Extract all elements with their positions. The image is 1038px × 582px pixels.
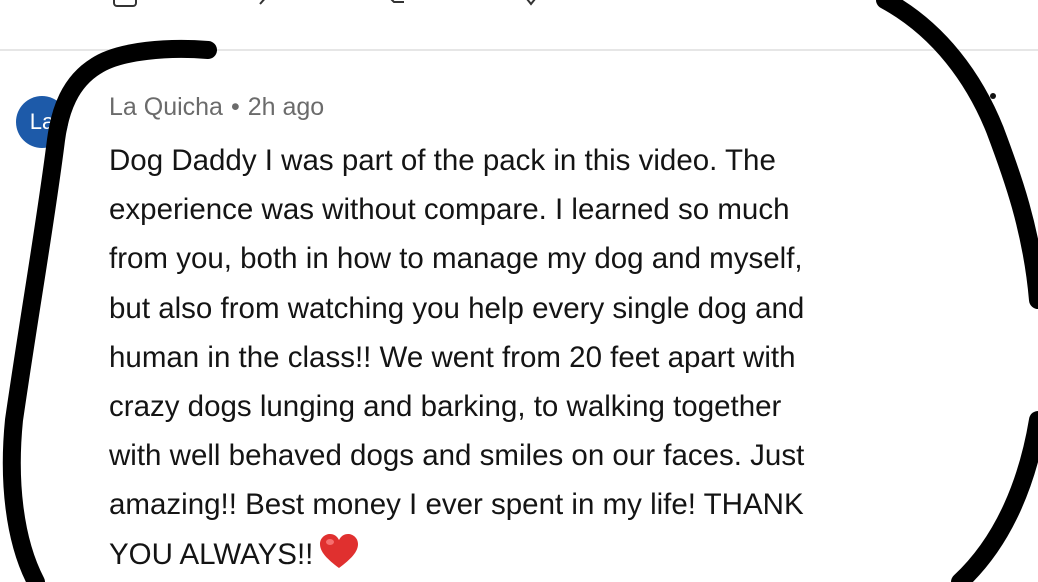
timestamp: 2h ago — [247, 93, 325, 121]
heart-icon — [320, 533, 359, 568]
avatar[interactable]: La — [16, 96, 68, 148]
more-dot — [990, 108, 996, 114]
comment-line: from you, both in how to manage my dog a… — [109, 242, 803, 276]
comment-icon[interactable] — [380, 0, 406, 8]
share-icon[interactable] — [112, 0, 138, 8]
comment-line: crazy dogs lunging and barking, to walki… — [109, 390, 782, 424]
action-bar — [0, 0, 1038, 50]
more-dot — [990, 123, 996, 129]
save-icon[interactable] — [518, 0, 544, 8]
comment-line: human in the class!! We went from 20 fee… — [109, 340, 796, 374]
divider — [0, 49, 1038, 51]
author-name[interactable]: La Quicha — [109, 93, 223, 121]
comment-meta: La Quicha • 2h ago — [109, 93, 324, 122]
like-icon[interactable] — [256, 0, 282, 8]
comment-line: Dog Daddy I was part of the pack in this… — [109, 144, 776, 177]
comment-screenshot: La La Quicha • 2h ago Dog Daddy I was part… — [0, 0, 1038, 582]
comment-line: experience was without compare. I learne… — [109, 193, 790, 227]
comment-line: YOU ALWAYS!! — [109, 537, 314, 571]
comment-line: with well behaved dogs and smiles on our… — [109, 439, 805, 473]
more-vertical-icon — [990, 93, 996, 99]
avatar-initials: La — [29, 109, 55, 134]
comment-line: amazing!! Best money I ever spent in my … — [109, 488, 804, 522]
comment-body: Dog Daddy I was part of the pack in this… — [109, 136, 969, 579]
meta-separator: • — [230, 93, 240, 121]
comment-line: but also from watching you help every si… — [109, 291, 805, 325]
more-options-button[interactable] — [983, 93, 1003, 129]
comment-last-line: YOU ALWAYS!! — [109, 530, 969, 579]
